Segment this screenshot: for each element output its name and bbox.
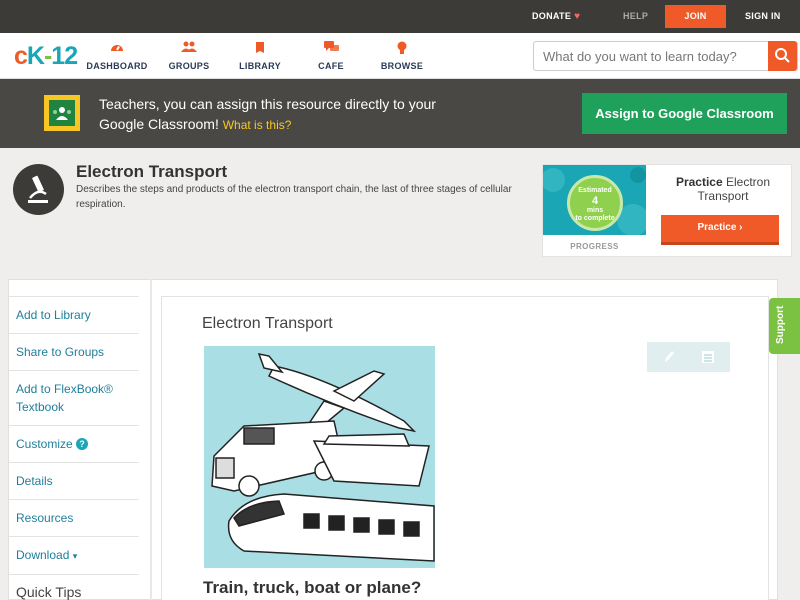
sidebar-item-download[interactable]: Download ▾ <box>8 536 139 574</box>
groups-icon <box>154 41 224 57</box>
sidebar-item-add-to-flexbook[interactable]: Add to FlexBook® Textbook <box>8 370 139 425</box>
sidebar-item-resources[interactable]: Resources <box>8 499 139 536</box>
nav-item-cafe[interactable]: CAFE <box>296 41 366 71</box>
sidebar-item-quick-tips[interactable]: Quick Tips <box>8 574 139 600</box>
top-utility-bar: DONATE ♥ HELP JOIN SIGN IN <box>0 0 800 33</box>
pencil-icon[interactable] <box>661 349 677 365</box>
caret-down-icon: ▾ <box>72 551 78 561</box>
progress-image: Estimated 4 mins to complete <box>543 165 646 235</box>
sidebar-item-add-to-library[interactable]: Add to Library <box>8 296 139 333</box>
join-button[interactable]: JOIN <box>665 5 726 28</box>
nav-item-dashboard[interactable]: DASHBOARD <box>82 41 152 71</box>
content-tools <box>647 342 730 372</box>
nav-item-groups[interactable]: GROUPS <box>154 41 224 71</box>
heart-icon: ♥ <box>574 11 581 22</box>
practice-name: Practice Electron Transport <box>675 175 771 203</box>
practice-card: Estimated 4 mins to complete PROGRESS Pr… <box>542 164 792 257</box>
estimated-time-badge: Estimated 4 mins to complete <box>567 175 623 231</box>
sidebar-item-customize[interactable]: Customize ? <box>8 425 139 462</box>
main-navigation: cK-12 DASHBOARD GROUPS LIBRARY CAFE BROW… <box>0 33 800 79</box>
what-is-this-link[interactable]: What is this? <box>223 118 292 132</box>
content-title: Electron Transport <box>202 315 333 332</box>
cafe-icon <box>296 41 366 57</box>
ck12-logo[interactable]: cK-12 <box>14 42 78 71</box>
sidebar: Add to Library Share to Groups Add to Fl… <box>8 296 139 600</box>
search-button[interactable] <box>768 41 797 71</box>
chevron-right-icon: › <box>739 222 743 233</box>
support-tab[interactable]: Support <box>769 298 800 354</box>
browse-icon <box>367 41 437 57</box>
page-description: Describes the steps and products of the … <box>76 184 512 210</box>
progress-label: PROGRESS <box>570 242 619 251</box>
help-link[interactable]: HELP <box>623 0 648 33</box>
google-classroom-banner: Teachers, you can assign this resource d… <box>0 79 800 148</box>
dashboard-icon <box>82 41 152 57</box>
search-input[interactable] <box>534 42 769 70</box>
assign-google-classroom-button[interactable]: Assign to Google Classroom <box>582 93 787 134</box>
donate-link[interactable]: DONATE ♥ <box>532 0 580 33</box>
practice-button[interactable]: Practice › <box>661 215 779 245</box>
library-icon <box>225 41 295 57</box>
google-classroom-icon <box>44 95 80 131</box>
microscope-icon <box>13 164 64 215</box>
notes-icon[interactable] <box>700 349 716 365</box>
nav-item-browse[interactable]: BROWSE <box>367 41 437 71</box>
search-box <box>533 41 798 71</box>
page-title: Electron Transport <box>76 162 228 181</box>
vehicles-illustration <box>204 346 435 568</box>
sidebar-item-details[interactable]: Details <box>8 462 139 499</box>
nav-item-library[interactable]: LIBRARY <box>225 41 295 71</box>
sign-in-link[interactable]: SIGN IN <box>745 0 781 33</box>
sidebar-item-share-to-groups[interactable]: Share to Groups <box>8 333 139 370</box>
help-icon[interactable]: ? <box>76 438 89 450</box>
banner-message: Teachers, you can assign this resource d… <box>99 96 436 132</box>
search-icon <box>775 48 790 63</box>
content-heading: Train, truck, boat or plane? <box>203 578 422 597</box>
sidebar-divider <box>150 279 152 600</box>
